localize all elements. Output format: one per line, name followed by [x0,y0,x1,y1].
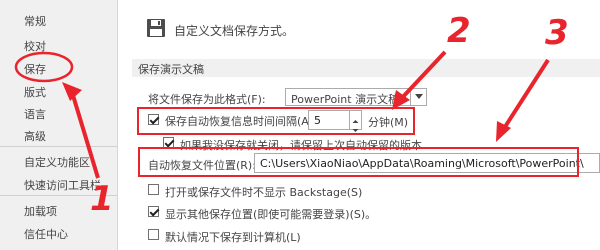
annotation-number-2: 2 [447,11,471,51]
annotation-number-1: 1 [90,179,114,219]
annotation-arrow-1 [70,91,100,179]
annotation-number-3: 3 [545,13,569,53]
annotation-arrow-2 [398,50,447,102]
annotation-arrow-3 [501,58,550,132]
annotation-arrowhead-1 [62,82,82,101]
annotation-circle-save [14,51,74,83]
